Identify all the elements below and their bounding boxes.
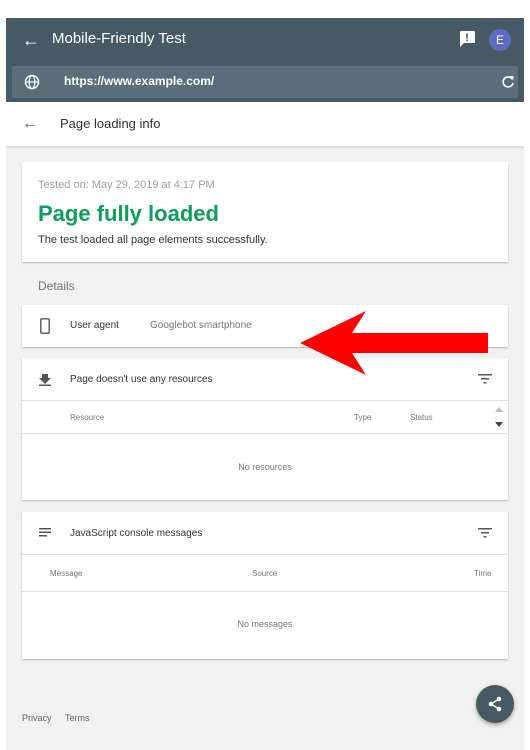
feedback-icon[interactable]: [458, 30, 476, 48]
empty-messages-message: No messages: [237, 619, 293, 629]
avatar[interactable]: E: [489, 29, 511, 51]
column-header-source[interactable]: Source: [252, 569, 277, 578]
load-status-heading: Page fully loaded: [38, 201, 219, 226]
app-frame: ← Mobile-Friendly Test E https://www.exa…: [6, 18, 524, 750]
page-title: Page loading info: [60, 116, 161, 131]
scroll-up-icon[interactable]: [494, 406, 504, 414]
filter-icon[interactable]: [478, 527, 492, 539]
details-heading: Details: [38, 279, 75, 293]
console-title: JavaScript console messages: [70, 528, 203, 539]
url-text[interactable]: https://www.example.com/: [64, 74, 214, 88]
load-status-description: The test loaded all page elements succes…: [38, 234, 268, 246]
column-header-type[interactable]: Type: [354, 413, 371, 422]
console-messages-card: JavaScript console messages Message Sour…: [22, 512, 508, 659]
smartphone-icon: [40, 318, 50, 334]
back-arrow-icon[interactable]: ←: [20, 29, 42, 51]
share-icon: [488, 696, 502, 712]
column-header-status[interactable]: Status: [410, 413, 433, 422]
resources-title: Page doesn't use any resources: [70, 374, 213, 385]
user-agent-value: Googlebot smartphone: [150, 320, 252, 331]
divider: [22, 433, 508, 434]
page-header: ← Page loading info: [6, 102, 524, 147]
scroll-down-icon[interactable]: [494, 420, 504, 428]
terms-link[interactable]: Terms: [65, 713, 90, 723]
resources-card: Page doesn't use any resources Resource …: [22, 358, 508, 500]
column-header-resource[interactable]: Resource: [70, 413, 104, 422]
download-icon: [39, 374, 51, 386]
app-title: Mobile-Friendly Test: [52, 30, 186, 47]
share-button[interactable]: [476, 685, 514, 723]
divider: [22, 591, 508, 592]
url-bar: https://www.example.com/: [12, 66, 518, 98]
test-summary-card: Tested on: May 29, 2019 at 4:17 PM Page …: [22, 162, 508, 262]
user-agent-label: User agent: [70, 320, 119, 331]
tested-on-text: Tested on: May 29, 2019 at 4:17 PM: [38, 179, 215, 191]
annotation-arrow: [300, 311, 488, 375]
divider: [22, 400, 508, 401]
app-bar: ← Mobile-Friendly Test E https://www.exa…: [6, 18, 524, 102]
column-header-message[interactable]: Message: [50, 569, 82, 578]
privacy-link[interactable]: Privacy: [22, 713, 52, 723]
back-arrow-icon[interactable]: ←: [20, 114, 40, 134]
reload-icon[interactable]: [500, 74, 516, 90]
notes-icon: [39, 528, 51, 537]
column-header-time[interactable]: Time: [474, 569, 491, 578]
globe-icon: [24, 74, 40, 90]
divider: [22, 554, 508, 555]
empty-resources-message: No resources: [238, 462, 292, 472]
